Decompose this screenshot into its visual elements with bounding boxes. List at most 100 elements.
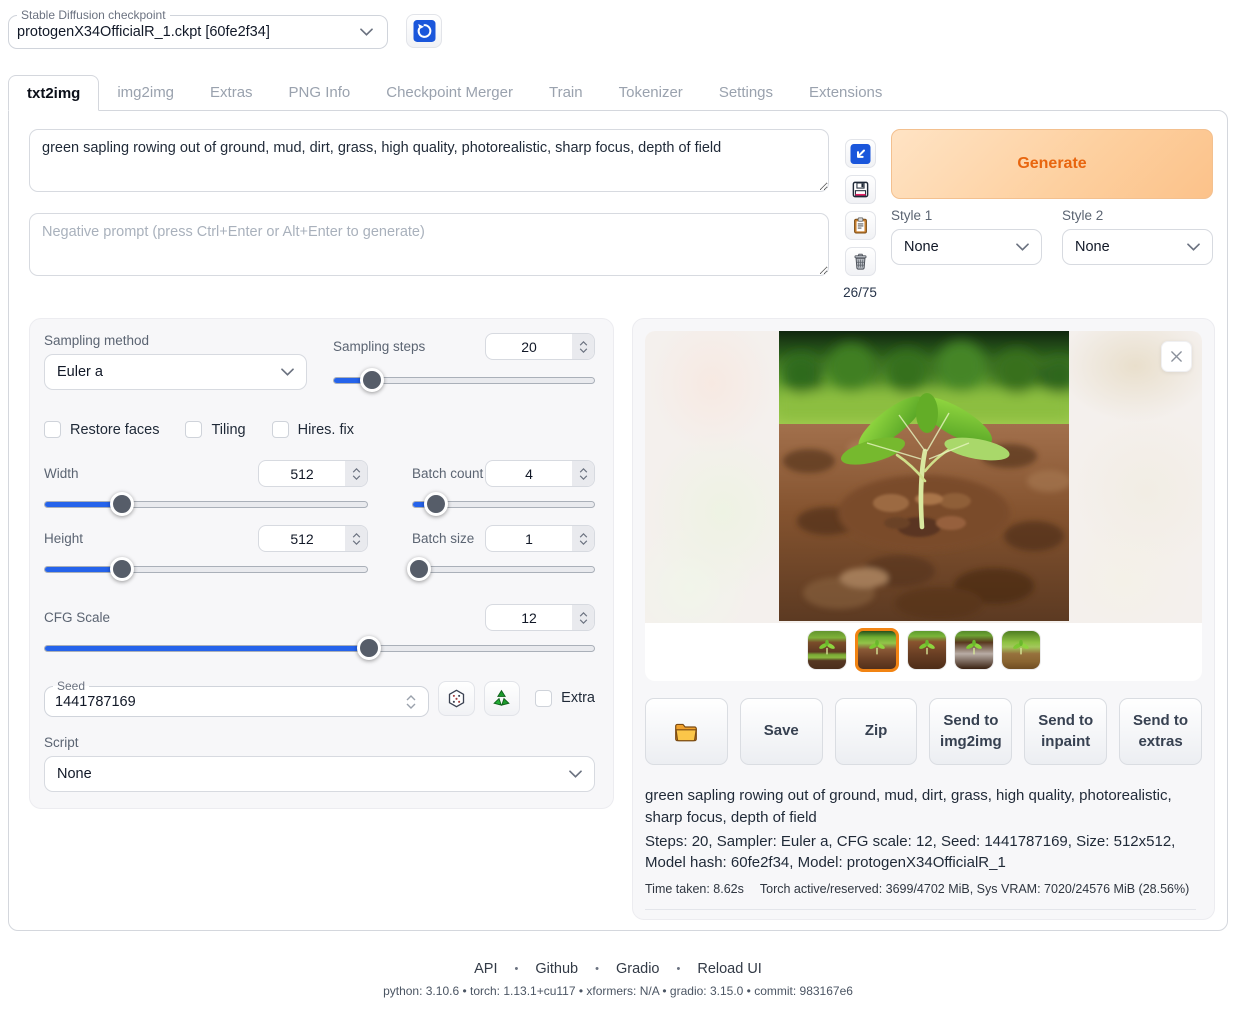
tiling-label: Tiling bbox=[211, 422, 245, 438]
generation-info-prompt: green sapling rowing out of ground, mud,… bbox=[645, 785, 1196, 829]
folder-icon bbox=[673, 721, 699, 743]
style1-select[interactable]: None bbox=[891, 229, 1042, 265]
vram-usage: Torch active/reserved: 3699/4702 MiB, Sy… bbox=[760, 880, 1189, 898]
style2-label: Style 2 bbox=[1062, 208, 1213, 223]
sampling-steps-input[interactable] bbox=[485, 333, 595, 360]
spinner-buttons[interactable] bbox=[572, 526, 594, 551]
checkpoint-select[interactable]: Stable Diffusion checkpoint protogenX34O… bbox=[8, 8, 388, 49]
zip-button[interactable]: Zip bbox=[835, 698, 918, 765]
height-label: Height bbox=[44, 531, 83, 546]
style1-value: None bbox=[904, 239, 939, 255]
prompt-input[interactable]: green sapling rowing out of ground, mud,… bbox=[29, 129, 829, 192]
tab-checkpoint-merger[interactable]: Checkpoint Merger bbox=[368, 75, 531, 110]
sampling-steps-slider[interactable] bbox=[333, 369, 595, 391]
output-actions: Save Zip Send to img2img Send to inpaint… bbox=[645, 698, 1202, 765]
gallery-thumbnail[interactable] bbox=[1002, 631, 1040, 669]
checkpoint-label: Stable Diffusion checkpoint bbox=[17, 8, 170, 22]
width-slider[interactable] bbox=[44, 493, 368, 515]
script-select[interactable]: None bbox=[44, 756, 595, 792]
tab-png-info[interactable]: PNG Info bbox=[271, 75, 369, 110]
sampling-method-select[interactable]: Euler a bbox=[44, 354, 307, 390]
height-slider[interactable] bbox=[44, 558, 368, 580]
save-style-button[interactable] bbox=[845, 175, 876, 204]
footer-separator: • bbox=[677, 963, 681, 975]
save-button[interactable]: Save bbox=[740, 698, 823, 765]
spinner-buttons[interactable] bbox=[345, 526, 367, 551]
script-label: Script bbox=[44, 735, 595, 750]
paste-arrow-icon bbox=[850, 144, 871, 164]
batch-count-slider[interactable] bbox=[412, 493, 595, 515]
apply-style-button[interactable] bbox=[845, 211, 876, 240]
app-root: Stable Diffusion checkpoint protogenX34O… bbox=[0, 0, 1236, 1012]
batch-count-input[interactable] bbox=[485, 460, 595, 487]
height-input[interactable] bbox=[258, 525, 368, 552]
tab-txt2img[interactable]: txt2img bbox=[8, 75, 99, 111]
checkpoint-value: protogenX34OfficialR_1.ckpt [60fe2f34] bbox=[17, 24, 270, 40]
gallery-thumbnail[interactable] bbox=[808, 631, 846, 669]
send-to-inpaint-button[interactable]: Send to inpaint bbox=[1024, 698, 1107, 765]
chevron-down-icon bbox=[281, 368, 294, 376]
settings-panel: Sampling method Euler a Sampling steps bbox=[29, 318, 614, 809]
footer-link-api[interactable]: API bbox=[474, 961, 497, 977]
batch-count-label: Batch count bbox=[412, 466, 483, 481]
close-gallery-button[interactable] bbox=[1161, 341, 1192, 372]
negative-prompt-input[interactable] bbox=[29, 213, 829, 276]
refresh-checkpoint-button[interactable] bbox=[406, 14, 442, 48]
style2-select[interactable]: None bbox=[1062, 229, 1213, 265]
hires-fix-checkbox[interactable] bbox=[272, 421, 289, 438]
open-folder-button[interactable] bbox=[645, 698, 728, 765]
footer-link-gradio[interactable]: Gradio bbox=[616, 961, 660, 977]
gallery bbox=[645, 331, 1202, 681]
style2-value: None bbox=[1075, 239, 1110, 255]
footer-separator: • bbox=[595, 963, 599, 975]
cfg-scale-slider[interactable] bbox=[44, 637, 595, 659]
send-to-img2img-button[interactable]: Send to img2img bbox=[929, 698, 1012, 765]
spinner-buttons[interactable] bbox=[345, 461, 367, 486]
footer: API • Github • Gradio • Reload UI python… bbox=[8, 961, 1228, 1012]
spinner-buttons[interactable] bbox=[572, 461, 594, 486]
spinner-buttons[interactable] bbox=[400, 695, 422, 709]
checkpoint-header: Stable Diffusion checkpoint protogenX34O… bbox=[8, 8, 1228, 49]
spinner-buttons[interactable] bbox=[572, 334, 594, 359]
tab-extras[interactable]: Extras bbox=[192, 75, 271, 110]
restore-faces-label: Restore faces bbox=[70, 422, 159, 438]
reuse-seed-button[interactable] bbox=[484, 681, 521, 716]
gallery-thumbnail[interactable] bbox=[908, 631, 946, 669]
sampling-method-value: Euler a bbox=[57, 364, 103, 380]
clear-prompt-button[interactable] bbox=[845, 247, 876, 276]
restore-faces-checkbox[interactable] bbox=[44, 421, 61, 438]
batch-size-slider[interactable] bbox=[412, 558, 595, 580]
paste-generation-params-button[interactable] bbox=[845, 139, 876, 168]
close-icon bbox=[1170, 350, 1183, 363]
tab-extensions[interactable]: Extensions bbox=[791, 75, 900, 110]
generation-info: green sapling rowing out of ground, mud,… bbox=[645, 785, 1202, 919]
width-input[interactable] bbox=[258, 460, 368, 487]
tiling-checkbox[interactable] bbox=[185, 421, 202, 438]
tab-train[interactable]: Train bbox=[531, 75, 601, 110]
prompt-tools-column: 26/75 bbox=[843, 129, 877, 300]
send-to-extras-button[interactable]: Send to extras bbox=[1119, 698, 1202, 765]
generated-image[interactable] bbox=[779, 331, 1069, 621]
tab-tokenizer[interactable]: Tokenizer bbox=[601, 75, 701, 110]
extra-seed-checkbox[interactable] bbox=[535, 690, 552, 707]
chevron-down-icon bbox=[1187, 243, 1200, 251]
footer-link-github[interactable]: Github bbox=[535, 961, 578, 977]
footer-link-reload-ui[interactable]: Reload UI bbox=[697, 961, 761, 977]
gallery-thumbnails bbox=[645, 628, 1202, 672]
cfg-scale-label: CFG Scale bbox=[44, 610, 110, 625]
tab-settings[interactable]: Settings bbox=[701, 75, 791, 110]
chevron-down-icon bbox=[360, 28, 373, 36]
floppy-disk-icon bbox=[851, 180, 870, 199]
cfg-scale-input[interactable] bbox=[485, 604, 595, 631]
gallery-thumbnail-selected[interactable] bbox=[855, 628, 899, 672]
output-panel: Save Zip Send to img2img Send to inpaint… bbox=[632, 318, 1215, 920]
tab-img2img[interactable]: img2img bbox=[99, 75, 192, 110]
spinner-buttons[interactable] bbox=[572, 605, 594, 630]
style1-label: Style 1 bbox=[891, 208, 1042, 223]
generate-button[interactable]: Generate bbox=[891, 129, 1213, 199]
seed-field[interactable]: Seed bbox=[44, 679, 429, 717]
batch-size-input[interactable] bbox=[485, 525, 595, 552]
seed-input[interactable] bbox=[55, 694, 400, 710]
gallery-thumbnail[interactable] bbox=[955, 631, 993, 669]
random-seed-button[interactable] bbox=[438, 681, 475, 716]
